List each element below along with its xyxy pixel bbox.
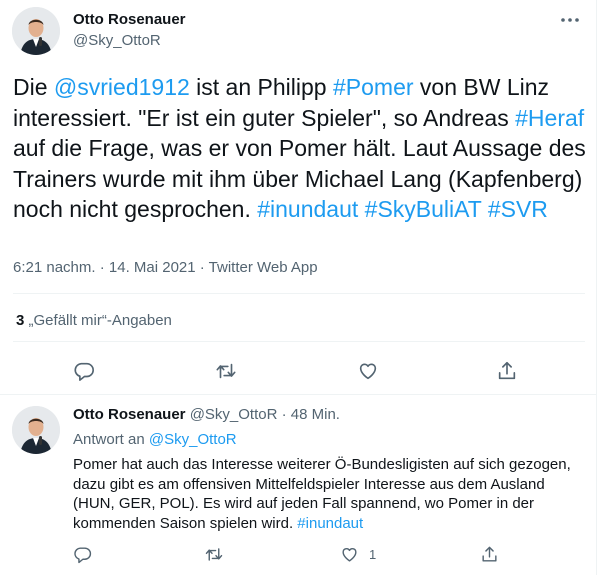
divider bbox=[13, 341, 585, 342]
tweet-link[interactable]: #SVR bbox=[488, 196, 548, 222]
tweet-text: Die @svried1912 ist an Philipp #Pomer vo… bbox=[13, 72, 588, 225]
tweet-text-segment: Die bbox=[13, 74, 54, 100]
reply-author-name[interactable]: Otto Rosenauer bbox=[73, 406, 186, 423]
reply-hashtag[interactable]: #inundaut bbox=[297, 515, 363, 532]
heart-icon bbox=[342, 548, 357, 562]
tweet-timestamp[interactable]: 6:21 nachm. · 14. Mai 2021 · Twitter Web… bbox=[13, 259, 318, 276]
tweet-link[interactable]: #inundaut bbox=[257, 196, 358, 222]
replying-prefix: Antwort an bbox=[73, 431, 145, 448]
heart-icon[interactable] bbox=[352, 355, 384, 387]
divider bbox=[13, 293, 585, 294]
reply-like-count: 1 bbox=[369, 547, 377, 562]
likes-count[interactable]: 3 „Gefällt mir“-Angaben bbox=[16, 312, 172, 329]
tweet-thread: Otto Rosenauer @Sky_OttoR Die @svried191… bbox=[0, 0, 597, 575]
more-horizontal-icon[interactable] bbox=[558, 10, 582, 30]
like-button[interactable]: 1 bbox=[340, 545, 376, 564]
tweet-text-segment: ist an Philipp bbox=[189, 74, 333, 100]
author-name[interactable]: Otto Rosenauer bbox=[73, 11, 186, 28]
reply-author-handle[interactable]: @Sky_OttoR bbox=[190, 406, 278, 423]
reply-author-avatar[interactable] bbox=[12, 406, 60, 454]
reply-icon[interactable] bbox=[68, 355, 100, 387]
author-avatar[interactable] bbox=[12, 7, 60, 55]
reply-icon[interactable] bbox=[73, 545, 92, 564]
replying-to: Antwort an @Sky_OttoR bbox=[73, 431, 237, 448]
share-icon[interactable] bbox=[480, 545, 499, 564]
retweet-icon[interactable] bbox=[210, 355, 242, 387]
reply-text: Pomer hat auch das Interesse weiterer Ö-… bbox=[73, 455, 588, 533]
tweet-link[interactable]: #Pomer bbox=[333, 74, 414, 100]
divider bbox=[0, 394, 597, 395]
reply-header: Otto Rosenauer @Sky_OttoR · 48 Min. bbox=[73, 406, 340, 423]
author-handle[interactable]: @Sky_OttoR bbox=[73, 32, 161, 49]
replying-to-handle[interactable]: @Sky_OttoR bbox=[149, 431, 237, 448]
tweet-link[interactable]: #Heraf bbox=[515, 105, 584, 131]
likes-number: 3 bbox=[16, 312, 25, 329]
tweet-link[interactable]: @svried1912 bbox=[54, 74, 190, 100]
retweet-icon[interactable] bbox=[204, 545, 224, 564]
likes-label: „Gefällt mir“-Angaben bbox=[28, 312, 172, 329]
reply-time[interactable]: · 48 Min. bbox=[282, 406, 340, 423]
tweet-link[interactable]: #SkyBuliAT bbox=[365, 196, 482, 222]
share-icon[interactable] bbox=[491, 355, 523, 387]
